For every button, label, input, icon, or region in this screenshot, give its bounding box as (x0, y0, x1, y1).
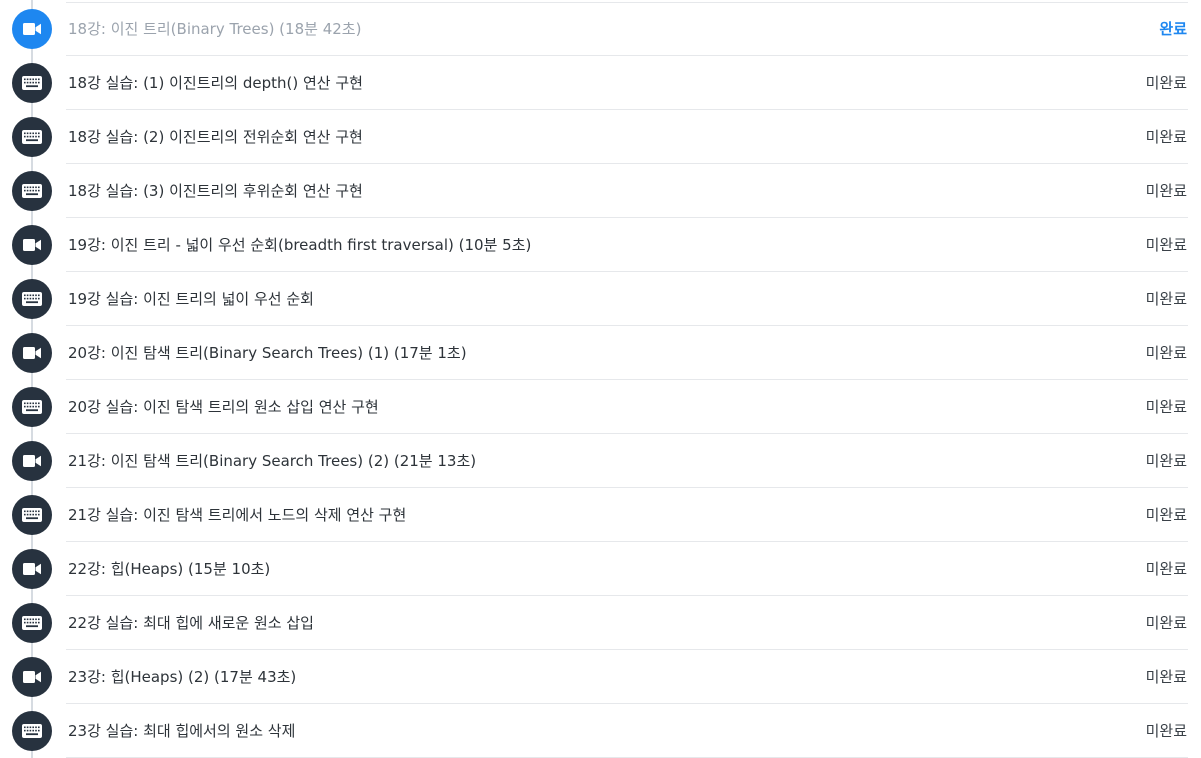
lesson-status: 미완료 (1145, 128, 1187, 146)
lesson-status: 완료 (1159, 20, 1187, 38)
video-camera-icon (12, 9, 52, 49)
lesson-status: 미완료 (1145, 506, 1187, 524)
lesson-row[interactable]: 19강 실습: 이진 트리의 넓이 우선 순회 미완료 (0, 272, 1201, 326)
lesson-title[interactable]: 18강 실습: (2) 이진트리의 전위순회 연산 구현 (68, 110, 363, 164)
lesson-title[interactable]: 22강: 힙(Heaps) (15분 10초) (68, 542, 270, 596)
keyboard-icon (12, 711, 52, 751)
lesson-row[interactable]: 20강 실습: 이진 탐색 트리의 원소 삽입 연산 구현 미완료 (0, 380, 1201, 434)
lesson-title[interactable]: 21강: 이진 탐색 트리(Binary Search Trees) (2) (… (68, 434, 476, 488)
lesson-title[interactable]: 20강: 이진 탐색 트리(Binary Search Trees) (1) (… (68, 326, 467, 380)
lesson-status: 미완료 (1145, 344, 1187, 362)
keyboard-icon (12, 495, 52, 535)
lesson-status: 미완료 (1145, 614, 1187, 632)
lesson-title[interactable]: 19강 실습: 이진 트리의 넓이 우선 순회 (68, 272, 314, 326)
lesson-title[interactable]: 21강 실습: 이진 탐색 트리에서 노드의 삭제 연산 구현 (68, 488, 406, 542)
video-camera-icon (12, 333, 52, 373)
lesson-row[interactable]: 20강: 이진 탐색 트리(Binary Search Trees) (1) (… (0, 326, 1201, 380)
keyboard-icon (12, 279, 52, 319)
keyboard-icon (12, 603, 52, 643)
lesson-row[interactable]: 18강 실습: (2) 이진트리의 전위순회 연산 구현 미완료 (0, 110, 1201, 164)
keyboard-icon (12, 117, 52, 157)
lesson-status: 미완료 (1145, 668, 1187, 686)
lesson-title[interactable]: 23강 실습: 최대 힙에서의 원소 삭제 (68, 704, 295, 758)
lesson-row[interactable]: 21강 실습: 이진 탐색 트리에서 노드의 삭제 연산 구현 미완료 (0, 488, 1201, 542)
video-camera-icon (12, 225, 52, 265)
lesson-row[interactable]: 18강 실습: (3) 이진트리의 후위순회 연산 구현 미완료 (0, 164, 1201, 218)
lesson-status: 미완료 (1145, 74, 1187, 92)
lesson-list: 18강: 이진 트리(Binary Trees) (18분 42초) 완료 18강 … (0, 0, 1201, 758)
lesson-row[interactable]: 19강: 이진 트리 - 넓이 우선 순회(breadth first trav… (0, 218, 1201, 272)
lesson-title[interactable]: 22강 실습: 최대 힙에 새로운 원소 삽입 (68, 596, 314, 650)
lesson-title[interactable]: 18강: 이진 트리(Binary Trees) (18분 42초) (68, 2, 361, 56)
lesson-row[interactable]: 21강: 이진 탐색 트리(Binary Search Trees) (2) (… (0, 434, 1201, 488)
keyboard-icon (12, 387, 52, 427)
lesson-status: 미완료 (1145, 236, 1187, 254)
keyboard-icon (12, 63, 52, 103)
lesson-status: 미완료 (1145, 722, 1187, 740)
lesson-title[interactable]: 19강: 이진 트리 - 넓이 우선 순회(breadth first trav… (68, 218, 531, 272)
lesson-row[interactable]: 18강 실습: (1) 이진트리의 depth() 연산 구현 미완료 (0, 56, 1201, 110)
video-camera-icon (12, 657, 52, 697)
lesson-title[interactable]: 23강: 힙(Heaps) (2) (17분 43초) (68, 650, 296, 704)
lesson-status: 미완료 (1145, 560, 1187, 578)
lesson-row[interactable]: 18강: 이진 트리(Binary Trees) (18분 42초) 완료 (0, 2, 1201, 56)
lesson-status: 미완료 (1145, 452, 1187, 470)
keyboard-icon (12, 171, 52, 211)
lesson-status: 미완료 (1145, 290, 1187, 308)
lesson-row[interactable]: 22강: 힙(Heaps) (15분 10초) 미완료 (0, 542, 1201, 596)
video-camera-icon (12, 549, 52, 589)
lesson-status: 미완료 (1145, 182, 1187, 200)
lesson-row[interactable]: 23강: 힙(Heaps) (2) (17분 43초) 미완료 (0, 650, 1201, 704)
lesson-title[interactable]: 20강 실습: 이진 탐색 트리의 원소 삽입 연산 구현 (68, 380, 379, 434)
lesson-title[interactable]: 18강 실습: (1) 이진트리의 depth() 연산 구현 (68, 56, 363, 110)
lesson-status: 미완료 (1145, 398, 1187, 416)
lesson-row[interactable]: 22강 실습: 최대 힙에 새로운 원소 삽입 미완료 (0, 596, 1201, 650)
video-camera-icon (12, 441, 52, 481)
lesson-title[interactable]: 18강 실습: (3) 이진트리의 후위순회 연산 구현 (68, 164, 363, 218)
lesson-row[interactable]: 23강 실습: 최대 힙에서의 원소 삭제 미완료 (0, 704, 1201, 758)
